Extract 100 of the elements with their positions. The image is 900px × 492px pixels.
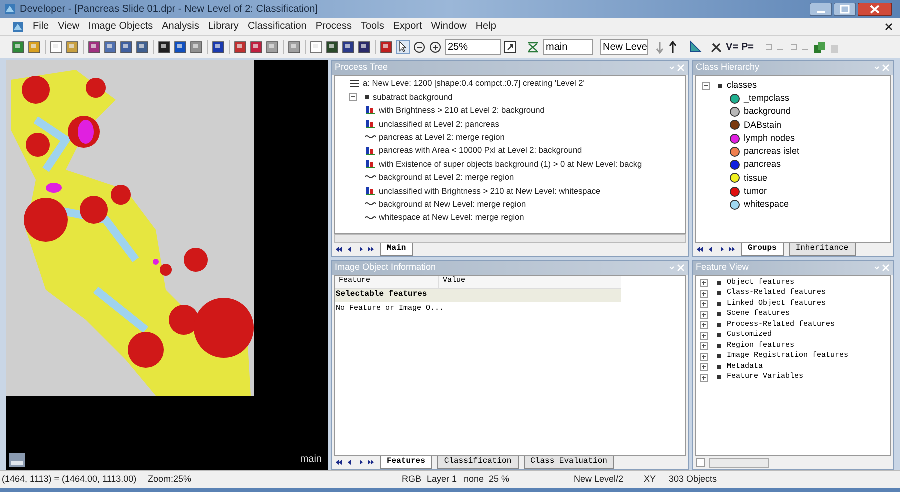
menu-item[interactable]: Window (431, 19, 467, 34)
menu-item[interactable]: Library (208, 19, 239, 34)
cursor-coordinates: (1464, 1113) = (1464.00, 1113.00) (2, 472, 138, 486)
process-item[interactable]: with Brightness > 210 at Level 2: background (379, 104, 545, 117)
toolbar-icon[interactable] (12, 40, 25, 54)
zoom-status: Zoom:25% (148, 472, 193, 486)
toolbar-icon[interactable] (136, 40, 149, 54)
expand-icon[interactable] (700, 363, 708, 372)
process-item[interactable]: unclassified at Level 2: pancreas (379, 118, 500, 130)
tab[interactable]: Groups (741, 243, 784, 256)
bullet-icon (717, 312, 722, 318)
toolbar-icon[interactable] (326, 40, 339, 54)
class-item[interactable]: tumor (744, 184, 768, 198)
resize-icon[interactable] (504, 40, 517, 54)
classify-icon (365, 118, 376, 129)
status-field: 303 Objects (669, 472, 729, 486)
tab-navigation-icon[interactable] (696, 246, 736, 253)
class-item[interactable]: DABstain (744, 118, 782, 132)
checkbox[interactable] (696, 458, 705, 467)
menu-item[interactable]: Export (393, 19, 422, 34)
class-item[interactable]: lymph nodes (744, 132, 796, 146)
status-field: RGB (402, 472, 427, 486)
class-item[interactable]: pancreas (744, 158, 782, 172)
thumbnail-icon[interactable] (9, 453, 25, 467)
bullet-icon (717, 322, 722, 328)
expand-icon[interactable] (700, 279, 708, 288)
tree-node[interactable]: classes (727, 78, 758, 92)
zoom-combo[interactable]: 25% (445, 39, 501, 55)
tab[interactable]: Class Evaluation (524, 456, 614, 469)
expand-icon[interactable] (700, 290, 708, 298)
group-row: Selectable features (335, 289, 621, 302)
tab[interactable]: Inheritance (788, 243, 856, 256)
tab[interactable]: Classification (437, 456, 519, 469)
menu-item[interactable]: File (33, 19, 50, 34)
process-item[interactable]: with Existence of super objects background (1) > 0 at New Level: backg (379, 158, 642, 170)
crossed-lines-icon[interactable] (526, 40, 540, 54)
tab-navigation-icon[interactable] (335, 246, 375, 253)
toolbar-label[interactable]: V= (726, 40, 739, 54)
class-item[interactable]: _tempclass (744, 92, 790, 106)
expand-icon[interactable] (700, 321, 708, 330)
expand-icon[interactable] (700, 300, 708, 308)
process-item[interactable]: unclassified with Brightness > 210 at New Level: whitespace (379, 184, 601, 198)
lines-icon (349, 78, 360, 89)
classify-icon (365, 159, 376, 170)
tab[interactable]: Main (380, 243, 414, 256)
minimize-button[interactable] (810, 2, 832, 16)
menu-item[interactable]: Classification (248, 19, 307, 34)
level-combo[interactable]: New Leve (600, 39, 648, 55)
horizontal-scrollbar[interactable] (334, 234, 686, 243)
collapse-icon[interactable] (702, 82, 710, 90)
zoom-out-icon[interactable] (413, 40, 426, 54)
toolbar-label[interactable]: P= (742, 40, 754, 54)
expand-icon[interactable] (700, 310, 708, 319)
toolbar-icon[interactable] (88, 40, 101, 54)
class-item[interactable]: whitespace (744, 198, 790, 212)
tab[interactable]: Features (380, 456, 432, 469)
toolbar-icon[interactable] (104, 40, 117, 54)
classify-icon (365, 146, 376, 156)
tab-navigation-icon[interactable] (335, 459, 375, 466)
toolbar-icon[interactable] (174, 40, 187, 54)
class-item[interactable]: tissue (744, 172, 768, 186)
copy-icon[interactable] (813, 40, 826, 54)
toolbar-icon[interactable] (342, 40, 355, 54)
close-button[interactable] (858, 2, 892, 16)
toolbar-icon[interactable] (380, 40, 393, 54)
process-folder[interactable]: subatract background (373, 90, 453, 104)
triangle-ruler-icon[interactable] (689, 40, 703, 54)
view-label: main (300, 453, 322, 467)
class-item[interactable]: pancreas islet (744, 145, 800, 159)
image-layer-combo[interactable]: main (543, 39, 593, 55)
menu-item[interactable]: Analysis (162, 19, 200, 34)
menu-item[interactable]: View (58, 19, 80, 34)
expand-icon[interactable] (700, 342, 708, 350)
process-item[interactable]: background at New Level: merge region (379, 198, 526, 210)
toolbar-icon[interactable] (212, 40, 225, 54)
close-icon[interactable] (885, 22, 893, 30)
expand-icon[interactable] (700, 374, 708, 382)
toolbar-icon[interactable] (250, 40, 263, 54)
process-item[interactable]: whitespace at New Level: merge region (379, 211, 524, 224)
menu-item[interactable]: Process (316, 19, 352, 34)
toolbar-icon[interactable] (358, 40, 371, 54)
expand-icon[interactable] (700, 352, 708, 361)
zoom-in-icon[interactable] (429, 40, 442, 54)
toolbar-icon[interactable] (158, 40, 171, 54)
menu-item[interactable]: Tools (360, 19, 384, 34)
process-item[interactable]: a: New Leve: 1200 [shape:0.4 compct.:0.7] creating 'Level 2' (363, 77, 585, 90)
toolbar-icon[interactable] (120, 40, 133, 54)
up-arrow-icon[interactable] (668, 40, 678, 54)
bullet-icon (717, 302, 722, 307)
menu-item[interactable]: Help (476, 19, 496, 34)
maximize-button[interactable] (834, 2, 856, 16)
expand-icon[interactable] (700, 332, 708, 340)
pointer-icon[interactable] (396, 40, 410, 54)
process-item[interactable]: pancreas at Level 2: merge region (379, 131, 505, 144)
class-item[interactable]: background (744, 105, 792, 119)
process-item[interactable]: pancreas with Area < 10000 Pxl at Level 2: background (379, 144, 582, 157)
toolbar-icon[interactable] (234, 40, 247, 54)
status-field: New Level/2 (574, 472, 644, 486)
menu-item[interactable]: Image Objects (88, 19, 154, 34)
process-item[interactable]: background at Level 2: merge region (379, 171, 514, 184)
